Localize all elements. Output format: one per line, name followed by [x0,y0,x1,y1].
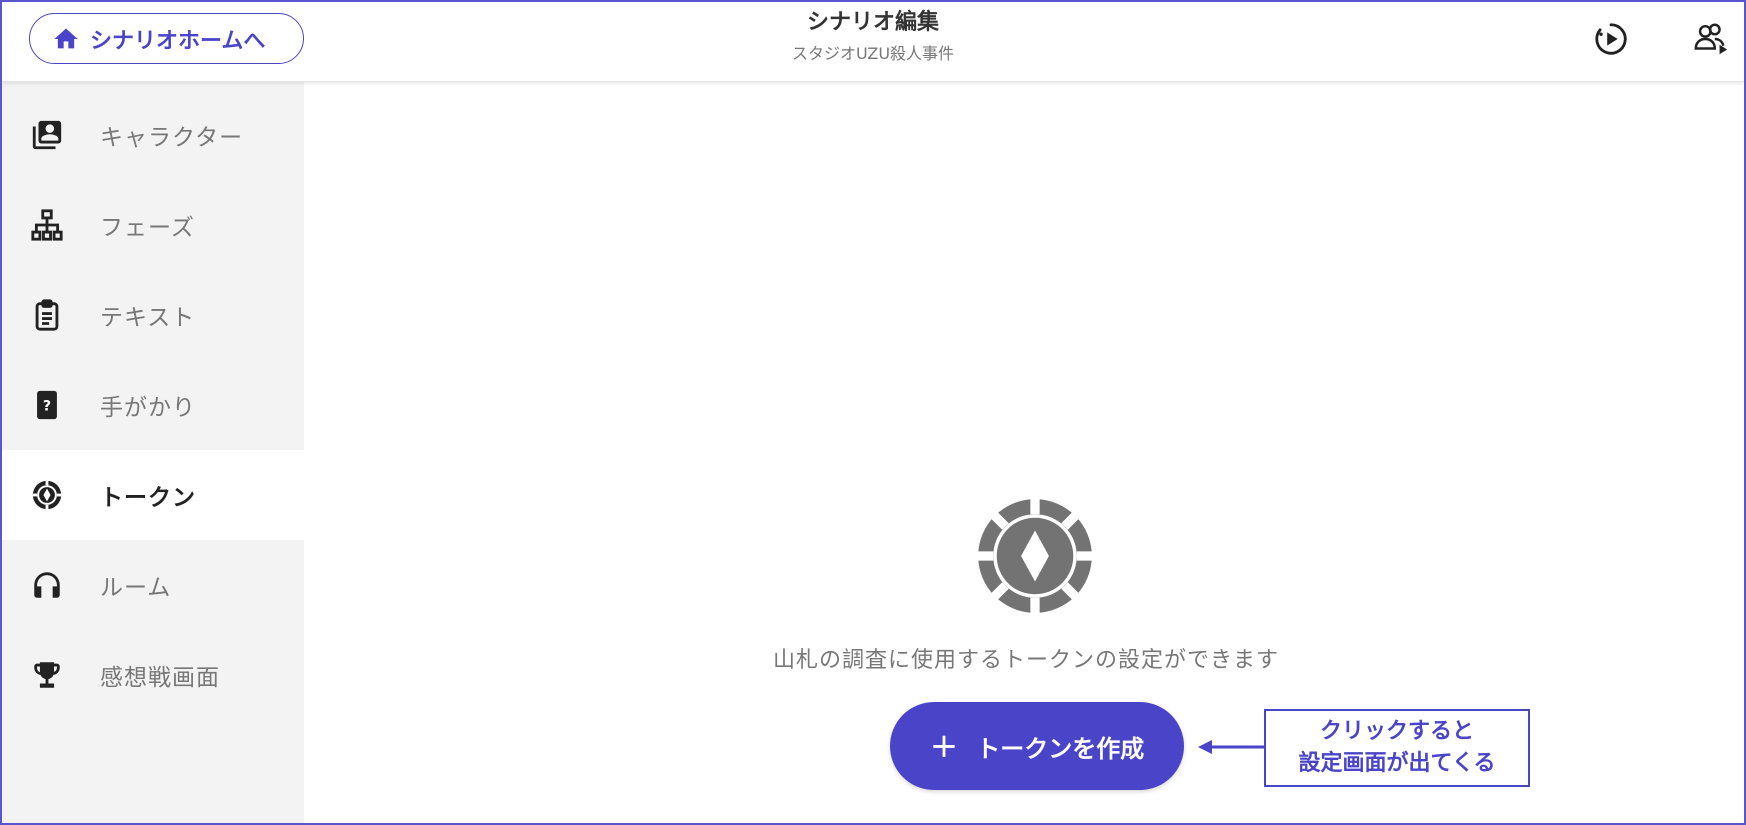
contacts-icon [30,118,64,152]
sitemap-icon [30,208,64,242]
sidebar-item-text[interactable]: テキスト [2,270,304,360]
create-token-button[interactable]: + トークンを作成 [890,702,1184,790]
token-chip-icon [977,498,1093,614]
sidebar-item-label: トークン [100,485,196,511]
sidebar-item-label: 感想戦画面 [100,665,220,691]
page-title: シナリオ編集 [806,10,939,35]
sidebar-item-review[interactable]: 感想戦画面 [2,630,304,720]
sidebar-item-room[interactable]: ルーム [2,540,304,630]
clipboard-icon [30,298,64,332]
sidebar-item-label: フェーズ [100,215,195,241]
sidebar-item-clue[interactable]: ? 手がかり [2,360,304,450]
annotation-arrow [1198,740,1264,754]
annotation-callout: クリックすると 設定画面が出てくる [1264,709,1530,787]
annotation-line-1: クリックすると [1319,719,1474,744]
app-window: シナリオホームへ シナリオ編集 スタジオUZU殺人事件 キャラクター フェーズ … [0,0,1746,825]
trophy-icon [30,658,64,692]
sidebar-item-label: ルーム [100,575,172,601]
people-play-icon[interactable] [1692,20,1730,58]
create-token-button-label: トークンを作成 [976,734,1145,763]
annotation-line-2: 設定画面が出てくる [1298,751,1496,776]
sidebar-item-phase[interactable]: フェーズ [2,180,304,270]
token-chip-icon [30,478,64,512]
sidebar-item-character[interactable]: キャラクター [2,90,304,180]
plus-icon: + [929,726,959,766]
sidebar-item-label: キャラクター [100,125,244,151]
sidebar: キャラクター フェーズ テキスト ? 手がかり トークン ルーム 感想戦画面 [2,82,304,823]
headphones-icon [30,568,64,602]
page-title-block: シナリオ編集 スタジオUZU殺人事件 [2,8,1744,64]
scenario-name: スタジオUZU殺人事件 [791,44,955,63]
sidebar-item-label: 手がかり [100,395,196,421]
question-card-icon: ? [30,388,64,422]
play-circle-icon[interactable] [1592,20,1630,58]
empty-state-message: 山札の調査に使用するトークンの設定ができます [772,648,1279,673]
top-bar: シナリオホームへ シナリオ編集 スタジオUZU殺人事件 [2,2,1744,82]
sidebar-item-label: テキスト [100,305,196,331]
sidebar-item-token[interactable]: トークン [2,450,304,540]
token-content: 山札の調査に使用するトークンの設定ができます + トークンを作成 クリックすると… [304,82,1744,823]
svg-text:?: ? [43,399,51,415]
